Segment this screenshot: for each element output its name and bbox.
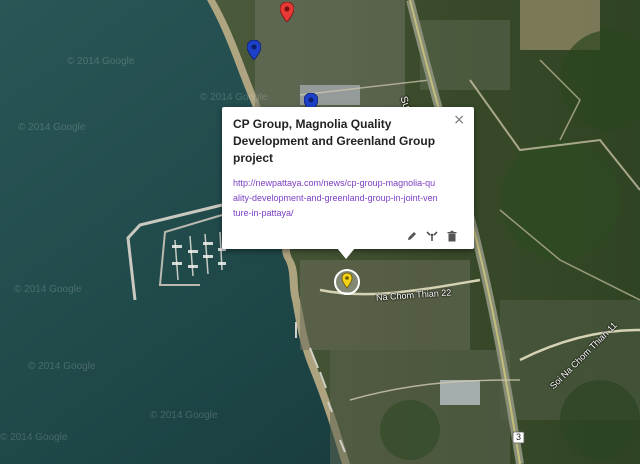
info-window-tail: [337, 248, 355, 259]
urban-area-center: [300, 260, 470, 350]
yellow-pin-icon[interactable]: [333, 268, 361, 296]
watermark: © 2014 Google: [14, 284, 82, 295]
info-window-title: CP Group, Magnolia Quality Development a…: [233, 117, 436, 165]
info-window: CP Group, Magnolia Quality Development a…: [222, 107, 474, 249]
close-icon[interactable]: ×: [453, 112, 465, 128]
map-view[interactable]: © 2014 Google © 2014 Google © 2014 Googl…: [0, 0, 640, 464]
watermark: © 2014 Google: [150, 410, 218, 421]
route-shield-label: 3: [516, 432, 522, 442]
watermark: © 2014 Google: [67, 56, 135, 67]
pencil-icon[interactable]: [406, 229, 418, 241]
watermark: © 2014 Google: [28, 361, 96, 372]
watermark: © 2014 Google: [0, 432, 68, 443]
red-pin-icon[interactable]: [279, 1, 295, 23]
style-icon[interactable]: [426, 229, 438, 241]
trash-icon[interactable]: [446, 229, 458, 242]
watermark: © 2014 Google: [200, 92, 268, 103]
watermark: © 2014 Google: [18, 122, 86, 133]
info-window-actions: [406, 229, 458, 242]
blue-pin-icon[interactable]: [246, 39, 262, 61]
info-window-link[interactable]: http://newpattaya.com/news/cp-group-magn…: [233, 176, 438, 221]
